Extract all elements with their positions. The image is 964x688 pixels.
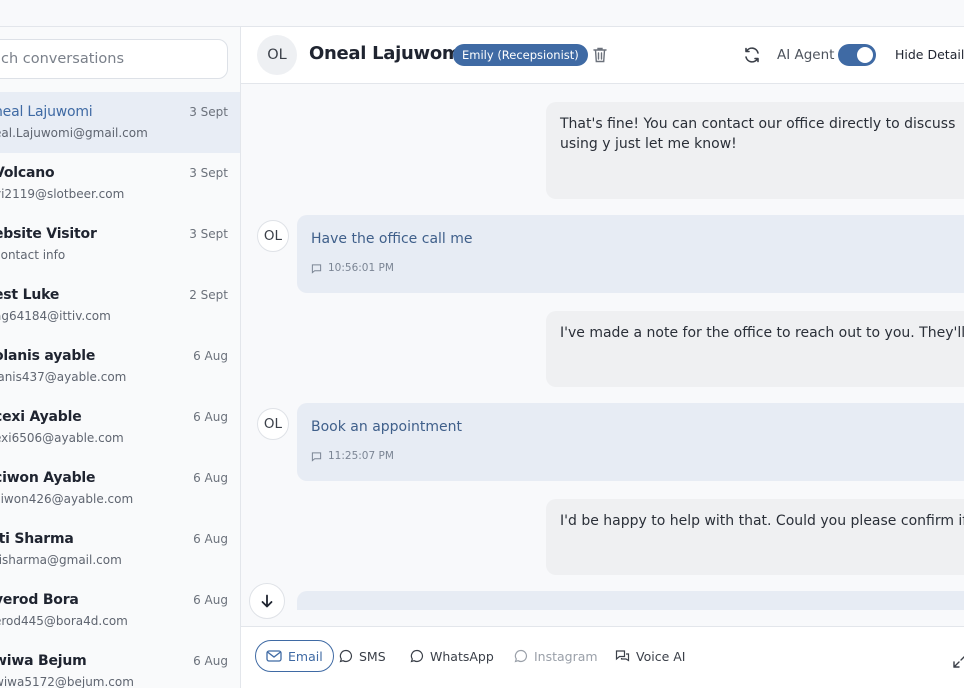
conversation-date: 6 Aug: [193, 532, 228, 546]
channel-label: WhatsApp: [430, 648, 494, 664]
conversation-item[interactable]: yerod Bora erod445@bora4d.com 6 Aug: [0, 580, 240, 641]
conversation-date: 6 Aug: [193, 410, 228, 424]
search-placeholder: ch conversations: [1, 51, 125, 67]
conversation-email: wiwa5172@bejum.com: [0, 675, 134, 688]
conversation-name: est Luke: [0, 287, 60, 303]
conversation-name: neal Lajuwomi: [0, 104, 93, 120]
conversation-date: 6 Aug: [193, 471, 228, 485]
incoming-message: Have the office call me 10:56:01 PM: [297, 215, 964, 293]
conversation-name: ebsite Visitor: [0, 226, 97, 242]
instagram-icon: [514, 649, 528, 663]
conversation-email: ag64184@ittiv.com: [0, 309, 111, 323]
conversation-name: olanis ayable: [0, 348, 96, 364]
conversation-item[interactable]: olanis ayable lanis437@ayable.com 6 Aug: [0, 336, 240, 397]
chat-bubble-icon: [311, 451, 322, 462]
incoming-message-partial: [297, 591, 964, 610]
conversation-item[interactable]: ebsite Visitor contact info 3 Sept: [0, 214, 240, 275]
channel-tab-email[interactable]: Email: [255, 640, 334, 672]
conversation-email: lanis437@ayable.com: [0, 370, 127, 384]
mail-icon: [266, 650, 282, 662]
conversation-email: ciwon426@ayable.com: [0, 492, 134, 506]
channel-label: SMS: [359, 648, 386, 664]
trash-icon[interactable]: [592, 46, 608, 64]
conversation-email: erod445@bora4d.com: [0, 614, 128, 628]
conversation-item[interactable]: Volcano yi2119@slotbeer.com 3 Sept: [0, 153, 240, 214]
message-meta: 11:25:07 PM: [311, 450, 394, 462]
scroll-to-bottom-button[interactable]: [249, 583, 285, 619]
conversation-item[interactable]: wiwa Bejum wiwa5172@bejum.com 6 Aug: [0, 641, 240, 688]
channel-label: Voice AI: [636, 648, 686, 664]
top-bar: [0, 0, 964, 27]
message-text: Book an appointment: [311, 419, 462, 435]
conversation-item[interactable]: ciwon Ayable ciwon426@ayable.com 6 Aug: [0, 458, 240, 519]
arrow-down-icon: [261, 594, 273, 608]
sender-avatar: OL: [257, 220, 289, 252]
toggle-knob: [857, 47, 873, 63]
conversation-header: OL Oneal Lajuwomi Emily (Recepsionist) A…: [241, 27, 964, 84]
conversation-sidebar: ch conversations neal Lajuwomi eal.Lajuw…: [0, 27, 241, 688]
ai-agent-toggle[interactable]: [838, 44, 876, 66]
message-text: Have the office call me: [311, 231, 473, 247]
conversation-date: 3 Sept: [189, 166, 228, 180]
conversation-name: ciwon Ayable: [0, 470, 96, 486]
contact-avatar[interactable]: OL: [257, 35, 297, 75]
incoming-message: Book an appointment 11:25:07 PM: [297, 403, 964, 481]
conversation-name: cexi Ayable: [0, 409, 82, 425]
conversation-item[interactable]: est Luke ag64184@ittiv.com 2 Sept: [0, 275, 240, 336]
hide-details-button[interactable]: Hide Details: [895, 47, 964, 62]
whatsapp-icon: [410, 649, 424, 663]
composer-channel-bar: Email SMS WhatsApp Instagram Voice AI: [241, 626, 964, 688]
refresh-icon[interactable]: [743, 46, 761, 64]
outgoing-message: That's fine! You can contact our office …: [546, 102, 964, 199]
conversation-email: exi6506@ayable.com: [0, 431, 124, 445]
message-text: I've made a note for the office to reach…: [560, 325, 964, 341]
channel-tab-voice-ai[interactable]: Voice AI: [615, 640, 685, 672]
ai-agent-label: AI Agent: [777, 47, 835, 63]
conversation-item[interactable]: neal Lajuwomi eal.Lajuwomi@gmail.com 3 S…: [0, 92, 240, 153]
conversation-name: yerod Bora: [0, 592, 79, 608]
contact-name[interactable]: Oneal Lajuwomi: [309, 43, 467, 64]
conversation-item[interactable]: cexi Ayable exi6506@ayable.com 6 Aug: [0, 397, 240, 458]
conversation-name: Volcano: [0, 165, 55, 181]
message-meta: 10:56:01 PM: [311, 262, 394, 274]
sender-avatar: OL: [257, 408, 289, 440]
conversation-email: contact info: [0, 248, 66, 262]
channel-tab-sms[interactable]: SMS: [339, 640, 386, 672]
message-time: 11:25:07 PM: [328, 450, 394, 462]
agent-badge[interactable]: Emily (Recepsionist): [453, 44, 588, 66]
conversation-name: wiwa Bejum: [0, 653, 87, 669]
channel-tab-instagram[interactable]: Instagram: [514, 640, 598, 672]
channel-label: Email: [288, 648, 323, 664]
conversation-date: 6 Aug: [193, 349, 228, 363]
outgoing-message: I'd be happy to help with that. Could yo…: [546, 499, 964, 575]
message-thread: That's fine! You can contact our office …: [241, 85, 964, 610]
message-time: 10:56:01 PM: [328, 262, 394, 274]
conversation-date: 2 Sept: [189, 288, 228, 302]
expand-icon[interactable]: [953, 654, 964, 668]
channel-tab-whatsapp[interactable]: WhatsApp: [410, 640, 494, 672]
chat-bubble-icon: [311, 263, 322, 274]
conversation-email: yi2119@slotbeer.com: [0, 187, 125, 201]
channel-label: Instagram: [534, 648, 598, 664]
conversation-date: 3 Sept: [189, 105, 228, 119]
conversation-date: 6 Aug: [193, 654, 228, 668]
voice-ai-icon: [615, 650, 630, 662]
conversation-name: iti Sharma: [0, 531, 74, 547]
conversation-item[interactable]: iti Sharma tisharma@gmail.com 6 Aug: [0, 519, 240, 580]
message-text: I'd be happy to help with that. Could yo…: [560, 513, 964, 529]
message-text: That's fine! You can contact our office …: [560, 116, 956, 152]
outgoing-message: I've made a note for the office to reach…: [546, 311, 964, 387]
chat-bubble-icon: [339, 649, 353, 663]
search-input[interactable]: ch conversations: [0, 39, 228, 79]
conversation-email: tisharma@gmail.com: [0, 553, 122, 567]
conversation-date: 6 Aug: [193, 593, 228, 607]
conversation-email: eal.Lajuwomi@gmail.com: [0, 126, 148, 140]
conversation-date: 3 Sept: [189, 227, 228, 241]
